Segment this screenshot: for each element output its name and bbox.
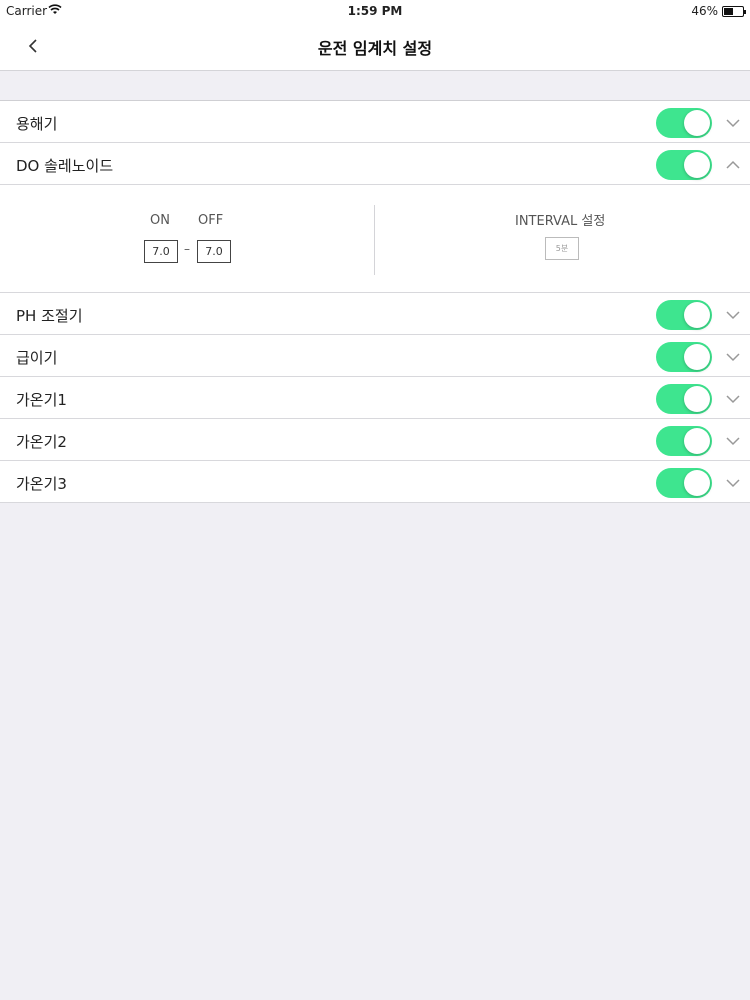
column-divider xyxy=(374,205,375,275)
toggle-switch[interactable] xyxy=(656,108,712,138)
setting-label: PH 조절기 xyxy=(16,307,83,325)
setting-label: 급이기 xyxy=(16,349,58,367)
setting-row-heater-2[interactable]: 가온기2 xyxy=(0,419,750,461)
toggle-switch[interactable] xyxy=(656,300,712,330)
battery-percent: 46% xyxy=(691,4,718,18)
off-value-field[interactable]: 7.0 xyxy=(197,240,231,263)
toggle-switch[interactable] xyxy=(656,150,712,180)
setting-label: 가온기3 xyxy=(16,475,67,493)
setting-row-dissolver[interactable]: 용해기 xyxy=(0,101,750,143)
setting-label: DO 솔레노이드 xyxy=(16,157,114,175)
toggle-knob xyxy=(684,344,710,370)
toggle-knob xyxy=(684,110,710,136)
battery-icon xyxy=(722,6,746,17)
toggle-switch[interactable] xyxy=(656,342,712,372)
clock: 1:59 PM xyxy=(347,4,403,18)
setting-label: 가온기1 xyxy=(16,391,67,409)
status-bar: Carrier 1:59 PM 46% xyxy=(0,0,750,22)
toggle-switch[interactable] xyxy=(656,426,712,456)
on-value-field[interactable]: 7.0 xyxy=(144,240,178,263)
chevron-down-icon[interactable] xyxy=(724,348,742,366)
setting-row-ph-controller[interactable]: PH 조절기 xyxy=(0,293,750,335)
chevron-down-icon[interactable] xyxy=(724,474,742,492)
range-separator: – xyxy=(184,242,190,256)
setting-row-heater-1[interactable]: 가온기1 xyxy=(0,377,750,419)
chevron-down-icon[interactable] xyxy=(724,306,742,324)
chevron-down-icon[interactable] xyxy=(724,114,742,132)
toggle-knob xyxy=(684,152,710,178)
off-label: OFF xyxy=(198,213,224,228)
setting-row-heater-3[interactable]: 가온기3 xyxy=(0,461,750,503)
toggle-switch[interactable] xyxy=(656,468,712,498)
chevron-down-icon[interactable] xyxy=(724,390,742,408)
do-solenoid-detail: ON OFF 7.0 – 7.0 INTERVAL 설정 5분 xyxy=(0,185,750,293)
on-label: ON xyxy=(150,213,170,228)
chevron-up-icon[interactable] xyxy=(724,156,742,174)
setting-label: 용해기 xyxy=(16,115,58,133)
toggle-knob xyxy=(684,386,710,412)
nav-bar: 운전 임계치 설정 xyxy=(0,22,750,71)
setting-row-do-solenoid[interactable]: DO 솔레노이드 xyxy=(0,143,750,185)
interval-label: INTERVAL 설정 xyxy=(515,214,606,229)
setting-row-feeder[interactable]: 급이기 xyxy=(0,335,750,377)
toggle-knob xyxy=(684,470,710,496)
interval-field[interactable]: 5분 xyxy=(545,237,579,260)
toggle-knob xyxy=(684,428,710,454)
toggle-knob xyxy=(684,302,710,328)
page-title: 운전 임계치 설정 xyxy=(317,39,433,58)
settings-list: 용해기 DO 솔레노이드 ON OFF 7.0 – 7.0 INTERVAL 설… xyxy=(0,100,750,503)
chevron-down-icon[interactable] xyxy=(724,432,742,450)
toggle-switch[interactable] xyxy=(656,384,712,414)
setting-label: 가온기2 xyxy=(16,433,67,451)
